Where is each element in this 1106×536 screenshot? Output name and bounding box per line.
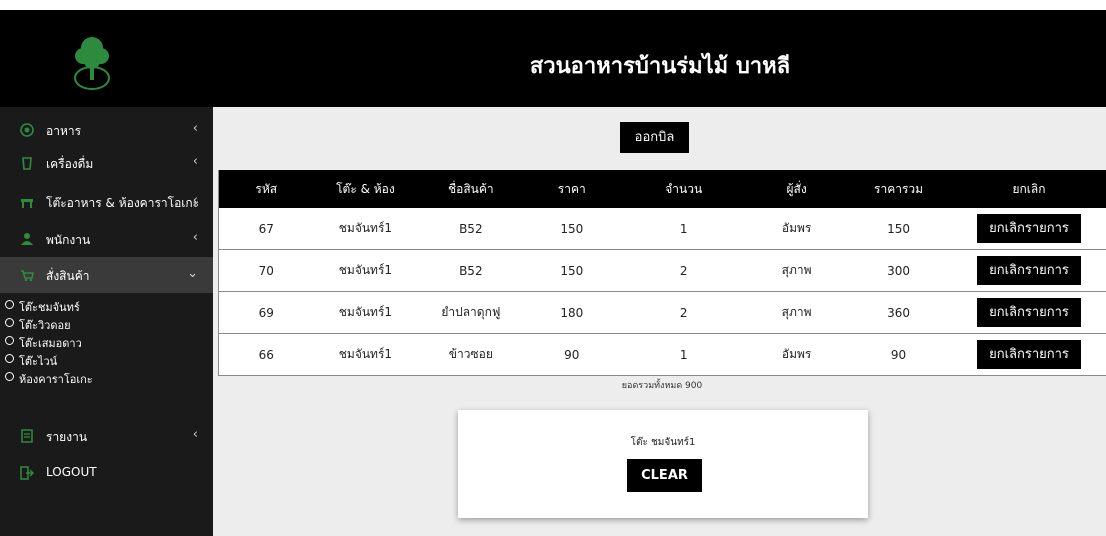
column-header-orderer: ผู้สั่ง — [748, 170, 846, 208]
sidebar-item-drinks[interactable]: เครื่องดื่ม ‹ — [0, 145, 213, 181]
cell-qty: 2 — [619, 249, 749, 292]
sidebar-item-label: รายงาน — [46, 430, 88, 444]
submenu-item-viewdoi[interactable]: โต๊ะวิวดอย — [0, 314, 213, 332]
chevron-left-icon: ‹ — [192, 230, 198, 245]
column-header-price: ราคา — [524, 170, 620, 208]
staff-icon — [21, 233, 33, 245]
submenu-item-chomchan[interactable]: โต๊ะชมจันทร์ — [0, 296, 213, 314]
column-header-product: ชื่อสินค้า — [417, 170, 525, 208]
cell-product: ข้าวซอย — [417, 333, 525, 376]
table-row: 66 ชมจันทร์1 ข้าวซอย 90 1 อัมพร 90 ยกเลิ… — [218, 333, 1106, 376]
cell-price: 180 — [524, 291, 620, 334]
cell-total: 90 — [845, 333, 953, 376]
chevron-left-icon: ‹ — [192, 427, 198, 442]
table-header-row: รหัส โต๊ะ & ห้อง ชื่อสินค้า ราคา จำนวน ผ… — [218, 170, 1106, 208]
cell-cancel: ยกเลิกรายการ — [952, 208, 1106, 250]
cell-id: 70 — [218, 249, 314, 292]
submenu-item-label: ห้องคาราโอเกะ — [19, 373, 93, 386]
app-header: สวนอาหารบ้านร่มไม้ บาหลี — [0, 10, 1106, 107]
cancel-item-button[interactable]: ยกเลิกรายการ — [977, 214, 1081, 243]
table-row: 70 ชมจันทร์1 B52 150 2 สุภาพ 300 ยกเลิกร… — [218, 249, 1106, 292]
grand-total-text: ยอดรวมทั้งหมด 900 — [621, 381, 703, 391]
chevron-left-icon: ‹ — [192, 193, 198, 208]
cell-orderer: สุภาพ — [748, 291, 846, 334]
circle-icon — [5, 336, 14, 345]
cell-cancel: ยกเลิกรายการ — [952, 249, 1106, 292]
report-icon — [21, 429, 33, 443]
sidebar-item-label: สั่งสินค้า — [46, 269, 90, 283]
cell-product: ยำปลาดุกฟู — [417, 291, 525, 334]
sidebar-item-staff[interactable]: พนักงาน ‹ — [0, 221, 213, 257]
chevron-left-icon: ‹ — [192, 121, 198, 136]
tree-logo-icon — [74, 37, 110, 90]
table-row: 67 ชมจันทร์1 B52 150 1 อัมพร 150 ยกเลิกร… — [218, 208, 1106, 250]
cell-table: ชมจันทร์1 — [313, 249, 418, 292]
logout-button[interactable]: LOGOUT — [0, 455, 213, 491]
cell-id: 67 — [218, 208, 314, 250]
cell-price: 150 — [524, 249, 620, 292]
sidebar-item-orders[interactable]: สั่งสินค้า ⌄ — [0, 257, 213, 293]
order-table: รหัส โต๊ะ & ห้อง ชื่อสินค้า ราคา จำนวน ผ… — [218, 170, 1106, 376]
logout-icon — [20, 466, 34, 480]
sidebar-item-tables[interactable]: โต๊ะอาหาร & ห้องคาราโอเกะ ‹ — [0, 184, 213, 220]
table-icon — [21, 199, 33, 208]
cell-orderer: อัมพร — [748, 208, 846, 250]
chevron-down-icon: ⌄ — [187, 266, 198, 281]
food-icon — [20, 123, 34, 137]
submenu-item-karaoke[interactable]: ห้องคาราโอเกะ — [0, 368, 213, 386]
chevron-left-icon: ‹ — [192, 154, 198, 169]
cell-price: 150 — [524, 208, 620, 250]
cell-table: ชมจันทร์1 — [313, 333, 418, 376]
table-row: 69 ชมจันทร์1 ยำปลาดุกฟู 180 2 สุภาพ 360 … — [218, 291, 1106, 334]
sidebar-item-food[interactable]: อาหาร ‹ — [0, 112, 213, 148]
sidebar-item-label: อาหาร — [46, 124, 82, 138]
page-title: สวนอาหารบ้านร่มไม้ บาหลี — [529, 54, 791, 79]
cancel-item-button[interactable]: ยกเลิกรายการ — [977, 298, 1081, 327]
column-header-qty: จำนวน — [619, 170, 749, 208]
sidebar-item-label: โต๊ะอาหาร & ห้องคาราโอเกะ — [46, 196, 200, 210]
main-content: ออกบิล รหัส โต๊ะ & ห้อง ชื่อสินค้า ราคา … — [218, 107, 1106, 536]
circle-icon — [5, 372, 14, 381]
cell-product: B52 — [417, 208, 525, 250]
cell-cancel: ยกเลิกรายการ — [952, 291, 1106, 334]
cell-total: 300 — [845, 249, 953, 292]
cell-total: 360 — [845, 291, 953, 334]
cell-cancel: ยกเลิกรายการ — [952, 333, 1106, 376]
clear-button[interactable]: CLEAR — [627, 459, 702, 492]
sidebar-item-label: เครื่องดื่ม — [46, 157, 94, 171]
circle-icon — [5, 354, 14, 363]
circle-icon — [5, 318, 14, 327]
sidebar: อาหาร ‹ เครื่องดื่ม ‹ โต๊ะอาหาร & ห้องคา… — [0, 107, 213, 536]
sidebar-item-report[interactable]: รายงาน ‹ — [0, 418, 213, 454]
cell-qty: 1 — [619, 333, 749, 376]
sidebar-item-label: LOGOUT — [46, 465, 97, 479]
submenu-item-samerdao[interactable]: โต๊ะเสมอดาว — [0, 332, 213, 350]
column-header-id: รหัส — [218, 170, 314, 208]
cell-total: 150 — [845, 208, 953, 250]
cell-price: 90 — [524, 333, 620, 376]
submenu-item-wine[interactable]: โต๊ะไวน์ — [0, 350, 213, 368]
column-header-table: โต๊ะ & ห้อง — [313, 170, 418, 208]
cancel-item-button[interactable]: ยกเลิกรายการ — [977, 256, 1081, 285]
sidebar-item-label: พนักงาน — [46, 233, 91, 247]
circle-icon — [5, 300, 14, 309]
cell-product: B52 — [417, 249, 525, 292]
cell-orderer: สุภาพ — [748, 249, 846, 292]
selected-table-label: โต๊ะ ชมจันทร์1 — [630, 437, 696, 448]
cell-id: 69 — [218, 291, 314, 334]
checkout-bill-button[interactable]: ออกบิล — [620, 122, 689, 153]
order-icon — [21, 270, 34, 282]
cell-orderer: อัมพร — [748, 333, 846, 376]
cell-qty: 1 — [619, 208, 749, 250]
drink-icon — [22, 157, 32, 170]
cell-id: 66 — [218, 333, 314, 376]
column-header-total: ราคารวม — [845, 170, 953, 208]
column-header-cancel: ยกเลิก — [952, 170, 1106, 208]
cell-table: ชมจันทร์1 — [313, 208, 418, 250]
cell-table: ชมจันทร์1 — [313, 291, 418, 334]
cell-qty: 2 — [619, 291, 749, 334]
cancel-item-button[interactable]: ยกเลิกรายการ — [977, 340, 1081, 369]
table-clear-card: โต๊ะ ชมจันทร์1 CLEAR — [458, 410, 868, 518]
